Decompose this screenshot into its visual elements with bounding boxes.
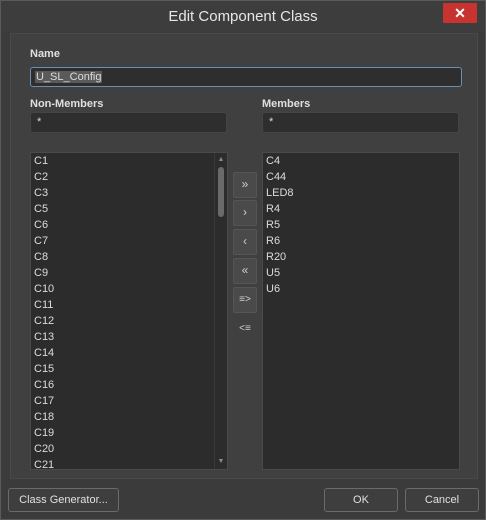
- list-item[interactable]: R6: [263, 233, 459, 249]
- edit-component-class-dialog: Edit Component Class ✕ Name U_SL_Config …: [0, 0, 486, 520]
- non-members-scrollbar[interactable]: ▲ ▼: [214, 153, 227, 469]
- list-item[interactable]: C4: [263, 153, 459, 169]
- scroll-up-icon[interactable]: ▲: [215, 155, 227, 165]
- name-label: Name: [30, 48, 60, 60]
- scroll-thumb[interactable]: [218, 167, 224, 217]
- list-item[interactable]: C19: [31, 425, 227, 441]
- non-members-filter-input[interactable]: *: [30, 112, 227, 133]
- ok-button[interactable]: OK: [324, 488, 398, 512]
- name-input-value: U_SL_Config: [35, 71, 103, 83]
- members-list[interactable]: C4 C44 LED8 R4 R5 R6 R20 U5 U6: [262, 152, 460, 470]
- members-label: Members: [262, 98, 311, 110]
- list-item[interactable]: R5: [263, 217, 459, 233]
- list-item[interactable]: C16: [31, 377, 227, 393]
- list-item[interactable]: C14: [31, 345, 227, 361]
- list-item[interactable]: U6: [263, 281, 459, 297]
- content-panel: Name U_SL_Config Non-Members Members * *…: [10, 33, 478, 479]
- add-button[interactable]: ›: [233, 200, 257, 226]
- list-item[interactable]: C44: [263, 169, 459, 185]
- list-item[interactable]: C21: [31, 457, 227, 469]
- scroll-down-icon[interactable]: ▼: [215, 457, 227, 467]
- list-item[interactable]: C1: [31, 153, 227, 169]
- dialog-title: Edit Component Class: [168, 8, 318, 25]
- list-item[interactable]: U5: [263, 265, 459, 281]
- class-generator-button[interactable]: Class Generator...: [8, 488, 119, 512]
- list-item[interactable]: C6: [31, 217, 227, 233]
- add-selected-button[interactable]: ≡>: [233, 287, 257, 313]
- list-item[interactable]: C20: [31, 441, 227, 457]
- add-all-button[interactable]: »: [233, 172, 257, 198]
- remove-all-button[interactable]: «: [233, 258, 257, 284]
- list-item[interactable]: C18: [31, 409, 227, 425]
- non-members-items: C1 C2 C3 C5 C6 C7 C8 C9 C10 C11 C12 C13 C14 C15 C16 C17…: [31, 153, 227, 469]
- close-button[interactable]: ✕: [443, 3, 477, 23]
- list-item[interactable]: C15: [31, 361, 227, 377]
- list-item[interactable]: C8: [31, 249, 227, 265]
- remove-button[interactable]: ‹: [233, 229, 257, 255]
- remove-selected-button[interactable]: <≡: [233, 316, 257, 342]
- list-item[interactable]: C12: [31, 313, 227, 329]
- non-members-label: Non-Members: [30, 98, 104, 110]
- list-item[interactable]: C17: [31, 393, 227, 409]
- list-item[interactable]: LED8: [263, 185, 459, 201]
- list-item[interactable]: C10: [31, 281, 227, 297]
- list-item[interactable]: C3: [31, 185, 227, 201]
- non-members-list[interactable]: C1 C2 C3 C5 C6 C7 C8 C9 C10 C11 C12 C13 C14 C15 C16 C17…: [30, 152, 228, 470]
- cancel-button[interactable]: Cancel: [405, 488, 479, 512]
- list-item[interactable]: C5: [31, 201, 227, 217]
- members-items: C4 C44 LED8 R4 R5 R6 R20 U5 U6: [263, 153, 459, 297]
- list-item[interactable]: R4: [263, 201, 459, 217]
- list-item[interactable]: C2: [31, 169, 227, 185]
- members-filter-input[interactable]: *: [262, 112, 459, 133]
- list-item[interactable]: C7: [31, 233, 227, 249]
- list-item[interactable]: C13: [31, 329, 227, 345]
- list-item[interactable]: C11: [31, 297, 227, 313]
- list-item[interactable]: C9: [31, 265, 227, 281]
- title-bar[interactable]: Edit Component Class ✕: [1, 1, 485, 32]
- name-input[interactable]: U_SL_Config: [30, 67, 462, 87]
- list-item[interactable]: R20: [263, 249, 459, 265]
